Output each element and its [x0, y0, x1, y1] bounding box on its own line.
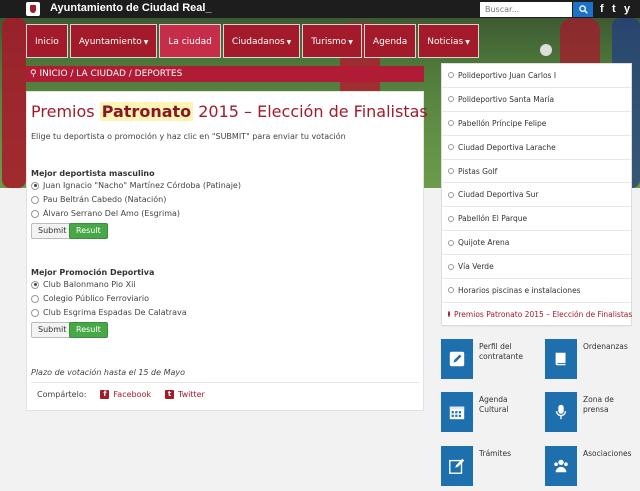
map-marker-icon: ⚲ — [30, 69, 37, 79]
poll-option[interactable]: Colegio Público Ferroviario — [31, 294, 149, 303]
tile-label: Trámites — [479, 449, 512, 458]
tile-zona-prensa[interactable]: Zona de prensa — [545, 392, 637, 432]
radio[interactable] — [31, 195, 39, 204]
tile-label: Perfil del contratante — [479, 342, 523, 361]
sidebar-item[interactable]: Quijote Arena — [442, 231, 631, 256]
submit-button[interactable]: Submit — [31, 223, 74, 239]
main-menu: Inicio Ayuntamiento ▼ La ciudad Ciudadano… — [26, 24, 479, 58]
circle-icon — [448, 287, 454, 294]
site-title[interactable]: Ayuntamiento de Ciudad Real_ — [50, 2, 212, 14]
page-title: Premios Patronato 2015 – Elección de Fin… — [31, 102, 428, 121]
sidebar-item[interactable]: Polideportivo Santa María — [442, 88, 631, 112]
menu-item-la-ciudad[interactable]: La ciudad — [159, 24, 221, 58]
circle-icon — [448, 168, 454, 174]
poll-option[interactable]: Juan Ignacio "Nacho" Martínez Córdoba (P… — [31, 181, 241, 190]
poll-option[interactable]: Club Balonmano Pio Xii — [31, 280, 136, 289]
breadcrumb-text[interactable]: INICIO / LA CIUDAD / DEPORTES — [39, 69, 182, 79]
poll-option[interactable]: Club Esgrima Espadas De Calatrava — [31, 308, 187, 317]
intro-text: Elige tu deportista o promoción y haz cl… — [31, 132, 346, 141]
circle-icon — [448, 311, 450, 318]
caret-down-icon: ▼ — [286, 39, 292, 46]
caret-down-icon: ▼ — [465, 39, 470, 46]
poll-option[interactable]: Álvaro Serrano Del Amo (Esgrima) — [31, 209, 180, 218]
sidebar-item[interactable]: Ciudad Deportiva Larache — [442, 136, 631, 160]
facebook-icon[interactable]: f — [600, 3, 604, 15]
search-input[interactable] — [480, 2, 572, 17]
submit-button[interactable]: Submit — [31, 322, 74, 338]
tile-label: Ordenanzas — [583, 342, 628, 351]
search-button[interactable] — [573, 2, 593, 17]
divider — [31, 382, 419, 383]
radio-selected[interactable] — [31, 280, 39, 289]
circle-icon — [448, 120, 454, 127]
result-button[interactable]: Result — [69, 223, 108, 239]
radio[interactable] — [31, 308, 39, 317]
menu-item-ciudadanos[interactable]: Ciudadanos ▼ — [222, 24, 301, 58]
twitter-icon[interactable]: t — [165, 390, 175, 399]
pen-square-icon — [441, 339, 473, 379]
menu-item-turismo[interactable]: Turismo ▼ — [302, 24, 362, 58]
twitter-icon[interactable]: t — [612, 3, 616, 15]
tile-asociaciones[interactable]: Asociaciones — [545, 446, 637, 486]
menu-item-agenda[interactable]: Agenda — [363, 24, 417, 58]
share-bar: Compártelo: f Facebook t Twitter — [37, 390, 205, 399]
sidebar-list: Polideportivo Juan Carlos I Polideportiv… — [441, 63, 632, 327]
hero-ball — [540, 44, 552, 56]
radio[interactable] — [31, 209, 39, 218]
share-label: Compártelo: — [37, 390, 87, 399]
share-twitter-link[interactable]: Twitter — [178, 390, 205, 399]
breadcrumb: ⚲ INICIO / LA CIUDAD / DEPORTES — [26, 66, 424, 82]
sidebar-item[interactable]: Vía Verde — [442, 255, 631, 280]
tile-ordenanzas[interactable]: Ordenanzas — [545, 339, 637, 379]
result-button[interactable]: Result — [69, 322, 108, 338]
poll-option[interactable]: Pau Beltrán Cabedo (Natación) — [31, 195, 166, 204]
tile-label: Zona de prensa — [583, 395, 614, 414]
share-facebook-link[interactable]: Facebook — [113, 390, 151, 399]
youtube-icon[interactable]: y — [624, 3, 630, 15]
search-icon — [578, 5, 588, 14]
circle-icon — [448, 96, 454, 103]
calendar-icon — [441, 392, 473, 432]
sidebar-item[interactable]: Pistas Golf — [442, 160, 631, 184]
radio[interactable] — [31, 294, 39, 303]
circle-icon — [448, 263, 454, 270]
circle-icon — [448, 144, 454, 151]
circle-icon — [448, 191, 454, 198]
sidebar-item[interactable]: Polideportivo Juan Carlos I — [442, 64, 631, 88]
menu-item-noticias[interactable]: Noticias ▼ — [418, 24, 479, 58]
poll-title: Mejor Promoción Deportiva — [31, 268, 155, 277]
radio-selected[interactable] — [31, 181, 39, 190]
users-icon — [545, 446, 577, 486]
tile-agenda-cultural[interactable]: Agenda Cultural — [441, 392, 533, 432]
caret-down-icon: ▼ — [143, 39, 149, 46]
facebook-icon[interactable]: f — [100, 390, 110, 399]
sidebar-item[interactable]: Horarios piscinas e instalaciones — [442, 279, 631, 303]
book-icon — [545, 339, 577, 379]
top-bar: Ayuntamiento de Ciudad Real_ f t y — [0, 0, 640, 18]
microphone-icon — [545, 392, 577, 432]
tile-tramites[interactable]: Trámites — [441, 446, 533, 486]
tile-label: Asociaciones — [583, 449, 632, 458]
caret-down-icon: ▼ — [348, 39, 353, 46]
edit-icon — [441, 446, 473, 486]
sidebar-item[interactable]: Pabellón El Parque — [442, 207, 631, 232]
hero-player-shape — [2, 18, 26, 188]
tile-perfil-contratante[interactable]: Perfil del contratante — [441, 339, 533, 379]
circle-icon — [448, 72, 454, 79]
menu-item-inicio[interactable]: Inicio — [26, 24, 68, 58]
deadline-text: Plazo de votación hasta el 15 de Mayo — [31, 368, 186, 377]
menu-item-ayuntamiento[interactable]: Ayuntamiento ▼ — [69, 24, 158, 58]
sidebar-item[interactable]: Pabellón Príncipe Felipe — [442, 112, 631, 136]
sidebar-item-active[interactable]: Premios Patronato 2015 – Elección de Fin… — [442, 303, 632, 327]
tile-label: Agenda Cultural — [479, 395, 509, 414]
main-content: Premios Patronato 2015 – Elección de Fin… — [26, 91, 428, 411]
circle-icon — [448, 239, 454, 246]
poll-title: Mejor deportista masculino — [31, 169, 155, 178]
sidebar-item[interactable]: Ciudad Deportiva Sur — [442, 183, 631, 208]
city-logo-icon[interactable] — [26, 2, 40, 16]
circle-icon — [448, 215, 454, 222]
